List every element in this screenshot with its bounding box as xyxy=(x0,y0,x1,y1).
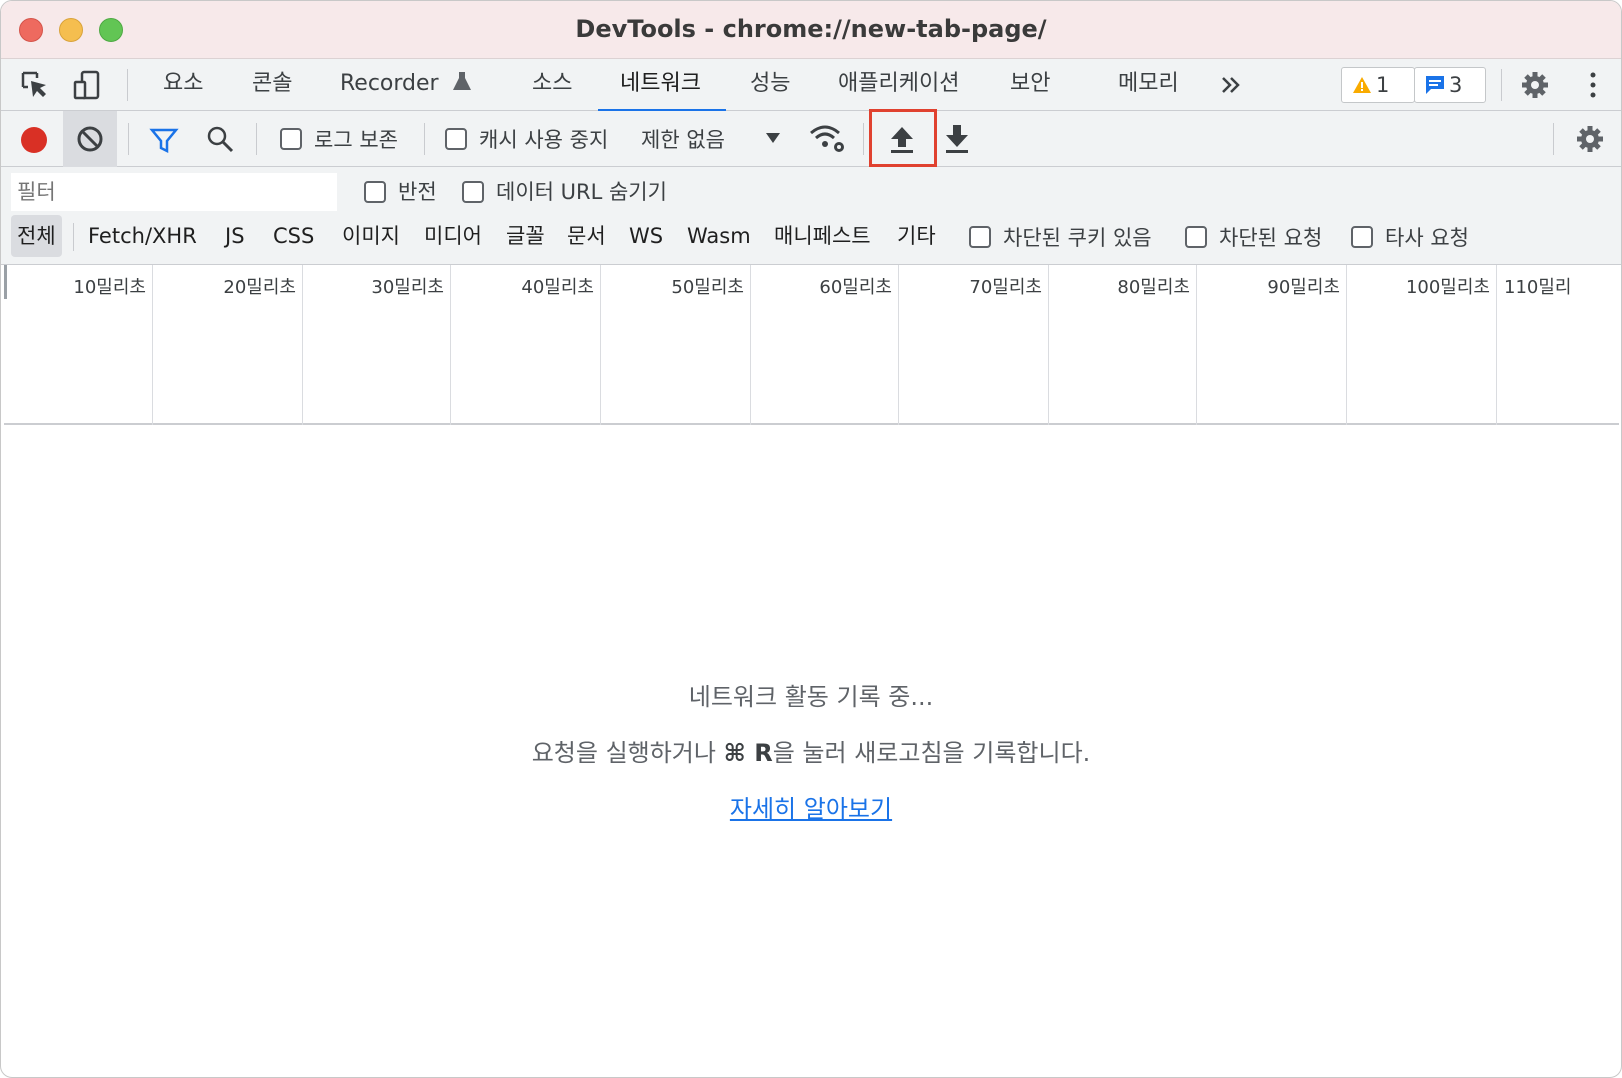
tab-security[interactable]: 보안 xyxy=(1010,59,1050,111)
type-filter-font[interactable]: 글꼴 xyxy=(506,215,545,257)
type-filter-fetch-xhr[interactable]: Fetch/XHR xyxy=(88,215,197,257)
tick-label: 30밀리초 xyxy=(371,277,444,298)
disable-cache-checkbox[interactable] xyxy=(445,128,467,150)
tab-console[interactable]: 콘솔 xyxy=(252,59,292,111)
blocked-requests-checkbox[interactable] xyxy=(1185,226,1207,248)
blocked-cookies-label: 차단된 쿠키 있음 xyxy=(1003,226,1152,250)
type-divider xyxy=(73,223,74,251)
type-filter-js[interactable]: JS xyxy=(225,215,245,257)
hide-data-urls-checkbox[interactable] xyxy=(462,181,484,203)
toolbar-divider xyxy=(424,123,425,155)
main-tab-bar: 요소 콘솔 Recorder 소스 네트워크 성능 애플리케이션 보안 메모리 … xyxy=(1,59,1621,111)
tick-label: 70밀리초 xyxy=(969,277,1042,298)
more-tabs-chevron-icon[interactable] xyxy=(1215,69,1247,101)
toolbar-divider xyxy=(256,123,257,155)
tab-sources[interactable]: 소스 xyxy=(532,59,572,111)
messages-count: 3 xyxy=(1449,73,1463,97)
toolbar-divider xyxy=(863,123,864,155)
tick-line xyxy=(450,265,451,425)
title-bar: DevTools - chrome://new-tab-page/ xyxy=(1,1,1621,59)
tab-performance[interactable]: 성능 xyxy=(750,59,790,111)
invert-label: 반전 xyxy=(398,180,437,204)
type-filter-media[interactable]: 미디어 xyxy=(424,215,482,257)
tick-label: 50밀리초 xyxy=(671,277,744,298)
tick-line xyxy=(1196,265,1197,425)
tab-recorder-label: Recorder xyxy=(340,71,439,96)
type-filter-all[interactable]: 전체 xyxy=(11,215,62,257)
type-filter-manifest[interactable]: 매니페스트 xyxy=(774,215,871,257)
hide-data-urls-label: 데이터 URL 숨기기 xyxy=(496,180,667,204)
tab-network[interactable]: 네트워크 xyxy=(620,59,701,111)
search-icon[interactable] xyxy=(205,124,235,154)
settings-gear-icon[interactable] xyxy=(1519,69,1551,101)
third-party-checkbox[interactable] xyxy=(1351,226,1373,248)
toolbar-divider xyxy=(1553,123,1554,155)
preserve-log-checkbox[interactable] xyxy=(280,128,302,150)
tick-label: 80밀리초 xyxy=(1117,277,1190,298)
messages-badge[interactable]: 3 xyxy=(1414,67,1486,103)
tick-label: 110밀리 xyxy=(1504,277,1572,298)
clear-icon[interactable] xyxy=(75,124,105,154)
learn-more-row: 자세히 알아보기 xyxy=(1,789,1621,824)
warnings-badge[interactable]: 1 xyxy=(1341,67,1415,103)
tick-line xyxy=(1496,265,1497,425)
tick-label: 90밀리초 xyxy=(1267,277,1340,298)
tick-label: 20밀리초 xyxy=(223,277,296,298)
blocked-cookies-checkbox[interactable] xyxy=(969,226,991,248)
learn-more-link[interactable]: 자세히 알아보기 xyxy=(730,795,892,823)
device-toolbar-icon[interactable] xyxy=(71,69,103,101)
inspect-element-icon[interactable] xyxy=(19,69,51,101)
tick-label: 10밀리초 xyxy=(73,277,146,298)
toolbar-divider xyxy=(128,123,129,155)
tab-divider xyxy=(127,69,128,101)
type-filter-other[interactable]: 기타 xyxy=(897,215,936,257)
tick-label: 60밀리초 xyxy=(819,277,892,298)
tab-divider-2 xyxy=(1501,69,1502,101)
window-title: DevTools - chrome://new-tab-page/ xyxy=(575,15,1047,43)
tab-memory[interactable]: 메모리 xyxy=(1118,59,1179,111)
import-button-highlight xyxy=(869,109,937,167)
type-filter-doc[interactable]: 문서 xyxy=(567,215,606,257)
tick-label: 40밀리초 xyxy=(521,277,594,298)
reload-shortcut: ⌘ R xyxy=(723,739,773,767)
tick-label: 100밀리초 xyxy=(1405,277,1490,298)
filter-input[interactable] xyxy=(11,173,337,211)
message-icon xyxy=(1426,76,1444,94)
warnings-count: 1 xyxy=(1376,73,1390,97)
network-toolbar: 로그 보존 캐시 사용 중지 제한 없음 xyxy=(1,111,1621,167)
tab-application[interactable]: 애플리케이션 xyxy=(838,59,959,111)
record-button[interactable] xyxy=(19,125,49,155)
empty-state-hint: 요청을 실행하거나 ⌘ R을 눌러 새로고침을 기록합니다. xyxy=(1,733,1621,768)
warning-icon xyxy=(1353,77,1371,93)
tab-recorder[interactable]: Recorder xyxy=(340,59,472,111)
type-filter-css[interactable]: CSS xyxy=(273,215,314,257)
empty-state-title: 네트워크 활동 기록 중... xyxy=(688,683,934,711)
more-options-icon[interactable] xyxy=(1577,69,1609,101)
filter-icon[interactable] xyxy=(149,125,179,155)
export-har-icon[interactable] xyxy=(942,123,972,155)
invert-checkbox[interactable] xyxy=(364,181,386,203)
third-party-label: 타사 요청 xyxy=(1385,226,1469,250)
tick-line xyxy=(898,265,899,425)
type-filter-img[interactable]: 이미지 xyxy=(342,215,400,257)
flask-icon xyxy=(452,72,471,90)
timeline-overview[interactable]: 10밀리초 20밀리초 30밀리초 40밀리초 50밀리초 60밀리초 70밀리… xyxy=(4,265,1619,425)
throttling-select[interactable]: 제한 없음 xyxy=(641,124,725,154)
disable-cache-label: 캐시 사용 중지 xyxy=(479,128,609,152)
empty-state-hint-suffix: 을 눌러 새로고침을 기록합니다. xyxy=(772,739,1091,767)
tab-elements[interactable]: 요소 xyxy=(163,59,203,111)
type-filter-wasm[interactable]: Wasm xyxy=(687,215,751,257)
devtools-window: DevTools - chrome://new-tab-page/ 요소 콘솔 … xyxy=(0,0,1622,1078)
tick-line xyxy=(600,265,601,425)
network-settings-gear-icon[interactable] xyxy=(1574,123,1606,155)
dropdown-arrow-icon[interactable] xyxy=(765,131,781,145)
type-filter-ws[interactable]: WS xyxy=(629,215,663,257)
filter-bar: 반전 데이터 URL 숨기기 전체 Fetch/XHR JS CSS 이미지 미… xyxy=(1,167,1621,265)
network-conditions-icon[interactable] xyxy=(809,123,847,155)
empty-state-hint-prefix: 요청을 실행하거나 xyxy=(531,739,724,767)
tick-line xyxy=(152,265,153,425)
blocked-requests-label: 차단된 요청 xyxy=(1219,226,1323,250)
preserve-log-label: 로그 보존 xyxy=(314,128,398,152)
